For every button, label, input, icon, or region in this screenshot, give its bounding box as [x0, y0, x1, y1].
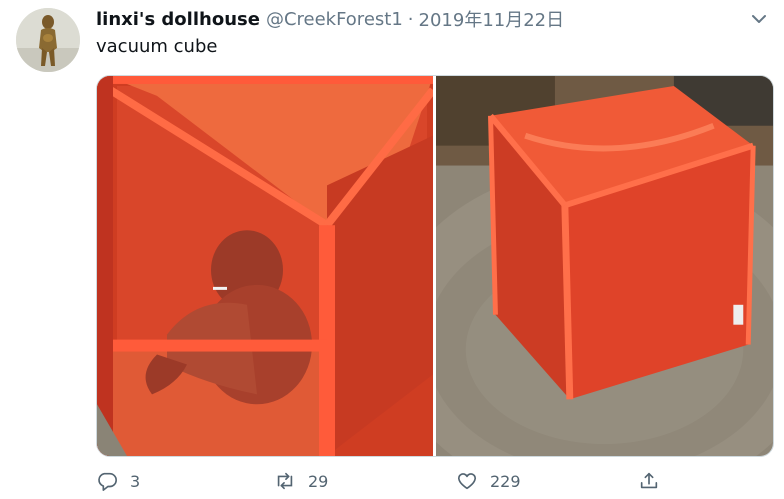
avatar-image	[16, 8, 80, 72]
avatar[interactable]	[16, 8, 80, 72]
photo-1[interactable]	[97, 76, 433, 456]
like-count: 229	[490, 471, 521, 491]
tweet-header: linxi's dollhouse @CreekForest1 · 2019年1…	[96, 6, 564, 32]
media-grid	[96, 75, 774, 457]
photo-2[interactable]	[436, 76, 773, 456]
display-name[interactable]: linxi's dollhouse	[96, 9, 260, 30]
reply-icon	[96, 470, 118, 492]
like-button[interactable]: 229	[456, 470, 521, 492]
photo-2-image	[436, 76, 773, 456]
reply-button[interactable]: 3	[96, 470, 140, 492]
user-handle[interactable]: @CreekForest1	[266, 9, 403, 30]
retweet-icon	[274, 470, 296, 492]
heart-icon	[456, 470, 478, 492]
share-icon	[638, 470, 660, 492]
photo-1-image	[97, 76, 433, 456]
tweet-actions: 3 29 229	[96, 470, 676, 498]
chevron-down-icon[interactable]	[750, 10, 768, 28]
separator-dot: ·	[407, 8, 414, 30]
retweet-count: 29	[308, 471, 329, 491]
retweet-button[interactable]: 29	[274, 470, 328, 492]
reply-count: 3	[130, 471, 141, 491]
share-button[interactable]	[638, 470, 660, 492]
tweet-date[interactable]: 2019年11月22日	[419, 6, 565, 32]
tweet-text: vacuum cube	[96, 36, 218, 57]
